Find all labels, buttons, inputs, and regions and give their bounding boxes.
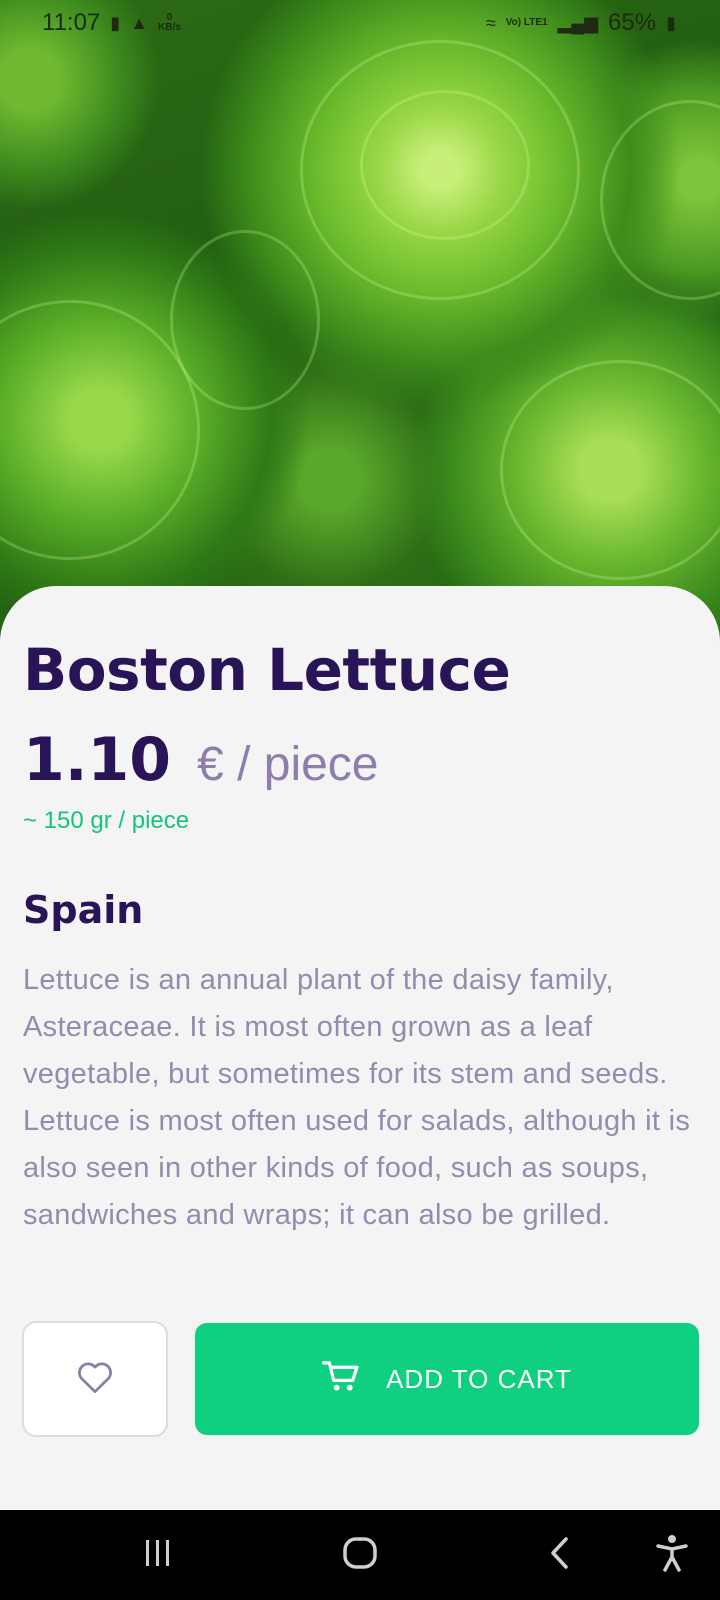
battery-icon: ▮	[666, 12, 676, 33]
system-nav-bar	[0, 1510, 720, 1600]
add-to-cart-button[interactable]: ADD TO CART	[195, 1323, 699, 1435]
clock: 11:07	[42, 9, 101, 36]
wifi-icon: ≈	[485, 12, 496, 33]
product-origin: Spain	[23, 888, 144, 932]
battery-percent: 65%	[608, 9, 657, 36]
product-weight: ~ 150 gr / piece	[23, 807, 190, 834]
price-unit: € / piece	[197, 738, 379, 791]
home-icon	[342, 1536, 378, 1574]
back-button[interactable]	[530, 1510, 590, 1600]
signal-icon: ▂▄▆	[557, 12, 599, 33]
recents-button[interactable]	[128, 1510, 188, 1600]
home-button[interactable]	[330, 1510, 390, 1600]
accessibility-button[interactable]	[642, 1510, 702, 1600]
product-price: 1.10	[23, 725, 172, 795]
add-to-cart-label: ADD TO CART	[386, 1363, 572, 1394]
net-speed: 0 KB/s	[158, 12, 181, 33]
app-notification-icon: ▲	[130, 12, 149, 33]
favorite-button[interactable]	[22, 1321, 168, 1437]
network-label: Vo) LTE1	[505, 17, 548, 28]
back-icon	[548, 1536, 572, 1574]
recents-icon	[142, 1538, 174, 1572]
product-description: Lettuce is an annual plant of the daisy …	[23, 964, 691, 1231]
cart-icon	[322, 1360, 360, 1399]
price-row: 1.10 € / piece	[23, 725, 379, 795]
status-bar: 11:07 ▮ ▲ 0 KB/s ≈ Vo) LTE1 ▂▄▆ 65% ▮	[0, 0, 720, 46]
product-image	[0, 0, 720, 640]
heart-icon	[76, 1360, 114, 1398]
message-icon: ▮	[110, 12, 121, 33]
accessibility-icon	[656, 1534, 688, 1576]
product-title: Boston Lettuce	[23, 636, 511, 704]
